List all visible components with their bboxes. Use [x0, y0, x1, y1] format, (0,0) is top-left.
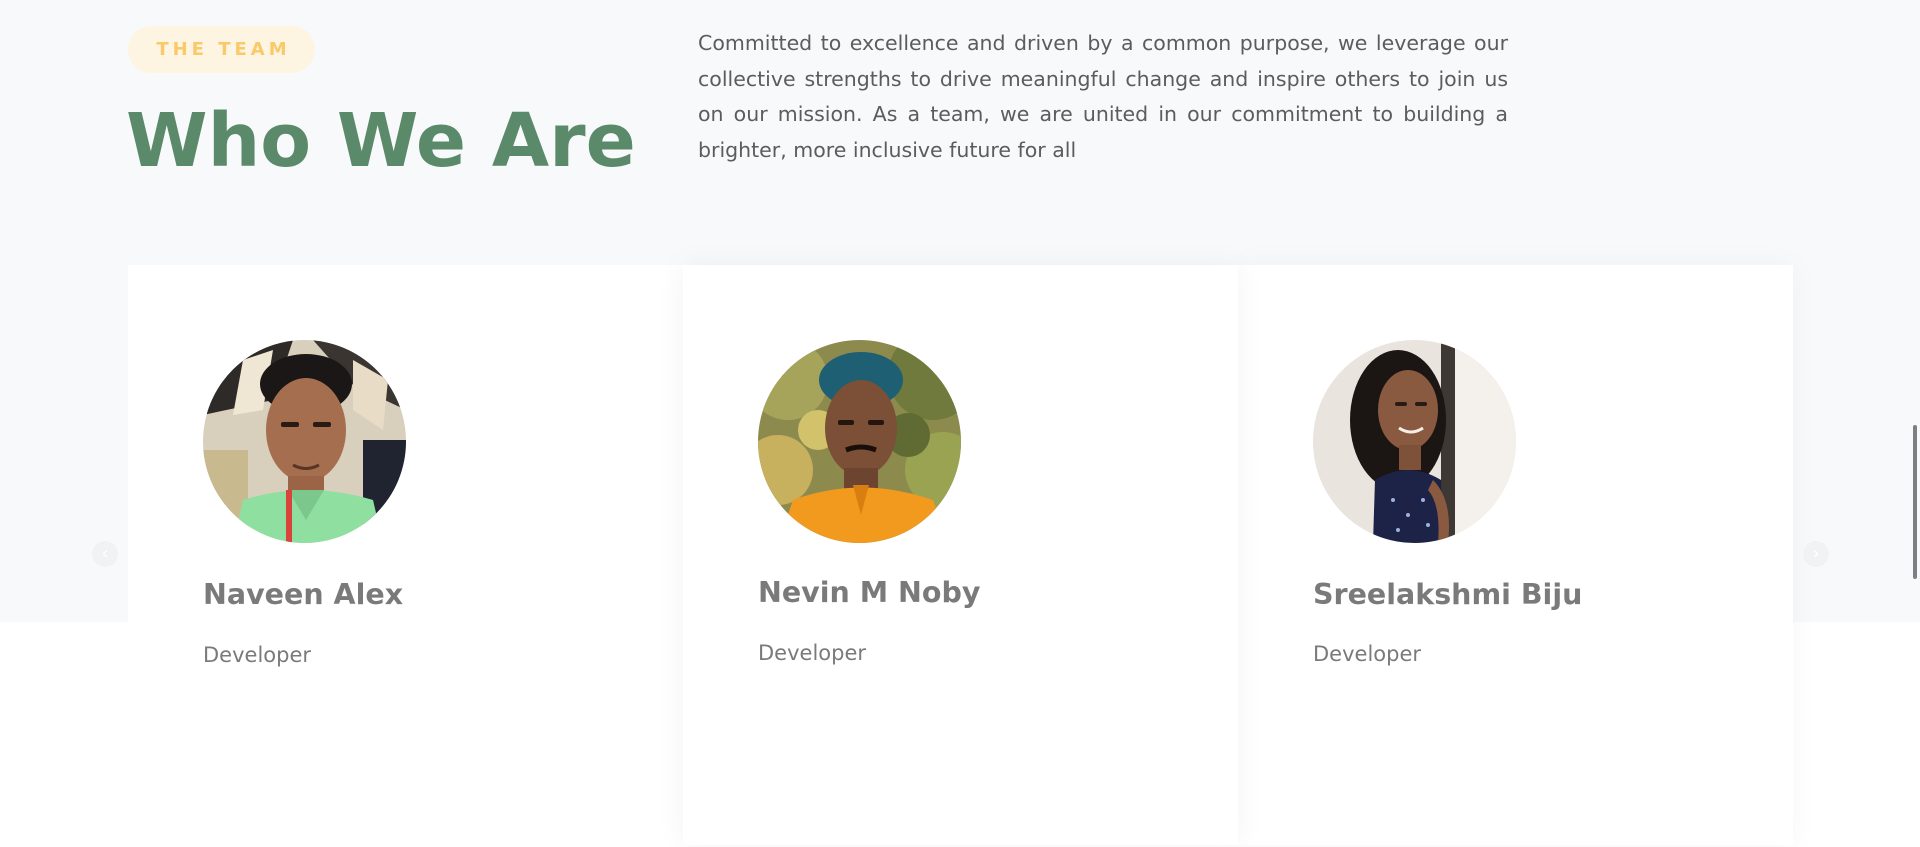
section-tag: THE TEAM — [128, 26, 315, 73]
member-name: Sreelakshmi Biju — [1313, 578, 1583, 611]
team-member-card: Naveen Alex Developer — [128, 265, 683, 845]
carousel-prev-button[interactable]: ‹ — [92, 541, 118, 567]
member-avatar — [203, 340, 406, 543]
member-avatar — [758, 340, 961, 543]
scrollbar-thumb[interactable] — [1913, 425, 1917, 579]
member-name: Nevin M Noby — [758, 576, 981, 609]
member-avatar — [1313, 340, 1516, 543]
member-role: Developer — [203, 643, 312, 667]
member-photo — [1313, 340, 1516, 543]
member-role: Developer — [758, 641, 867, 665]
team-member-card: Sreelakshmi Biju Developer — [1238, 265, 1793, 845]
team-member-card: Nevin M Noby Developer — [683, 265, 1238, 845]
member-photo — [203, 340, 406, 543]
member-role: Developer — [1313, 642, 1422, 666]
carousel-next-button[interactable]: › — [1803, 541, 1829, 567]
team-page: THE TEAM Who We Are Committed to excelle… — [0, 0, 1920, 847]
chevron-left-icon: ‹ — [101, 543, 109, 564]
member-photo — [758, 340, 961, 543]
member-name: Naveen Alex — [203, 578, 404, 611]
page-title: Who We Are — [126, 98, 636, 184]
team-carousel: Naveen Alex Developer Nevin M Noby Devel… — [128, 265, 1793, 847]
chevron-right-icon: › — [1812, 543, 1820, 564]
section-intro: Committed to excellence and driven by a … — [698, 31, 1508, 162]
